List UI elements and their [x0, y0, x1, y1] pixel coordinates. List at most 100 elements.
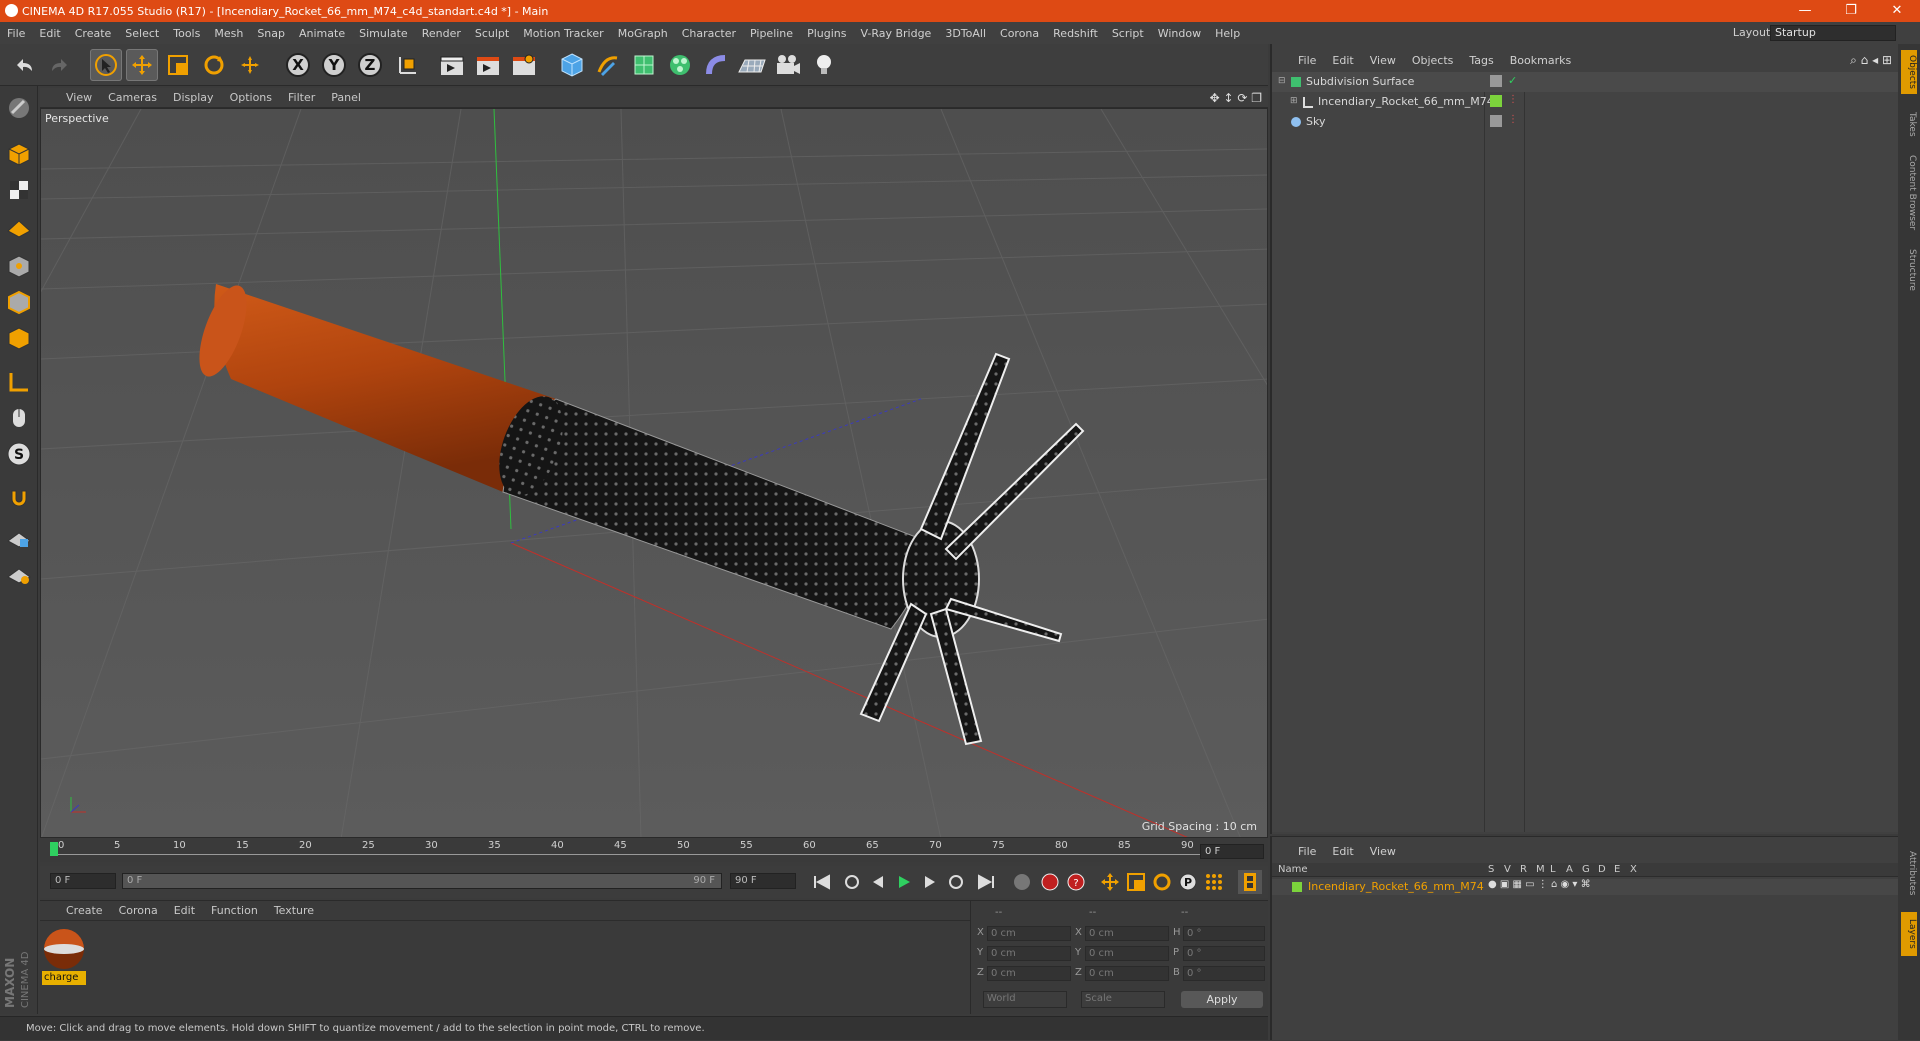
menu-vray-bridge[interactable]: V-Ray Bridge	[853, 27, 938, 40]
edges-mode-button[interactable]	[3, 286, 35, 318]
object-row-subdivision[interactable]: ⊟ Subdivision Surface ✓	[1272, 72, 1900, 92]
points-mode-button[interactable]	[3, 250, 35, 282]
key-scale-button[interactable]	[1124, 870, 1148, 894]
viewport-menu-display[interactable]: Display	[165, 91, 222, 104]
key-position-button[interactable]	[1098, 870, 1122, 894]
position-z-field[interactable]: 0 cm	[987, 966, 1071, 981]
camera-button[interactable]	[772, 49, 804, 81]
key-pla-button[interactable]	[1202, 870, 1226, 894]
coordinate-system-button[interactable]	[392, 49, 424, 81]
menu-create[interactable]: Create	[68, 27, 119, 40]
visibility-toggle-icon[interactable]	[1490, 115, 1502, 127]
layer-menu-edit[interactable]: Edit	[1324, 845, 1361, 858]
layer-row[interactable]: Incendiary_Rocket_66_mm_M74 ● ▣ ▦ ▭ ⋮ ⌂ …	[1272, 879, 1900, 895]
size-y-field[interactable]: 0 cm	[1085, 946, 1169, 961]
menu-redshift[interactable]: Redshift	[1046, 27, 1105, 40]
material-menu-function[interactable]: Function	[203, 904, 266, 917]
apply-button[interactable]: Apply	[1181, 991, 1263, 1008]
menu-script[interactable]: Script	[1105, 27, 1151, 40]
menu-select[interactable]: Select	[118, 27, 166, 40]
object-row-rocket[interactable]: ⊞ Incendiary_Rocket_66_mm_M74 ⋮	[1272, 92, 1900, 112]
cloner-button[interactable]	[664, 49, 696, 81]
redo-button[interactable]	[44, 49, 76, 81]
menu-motion-tracker[interactable]: Motion Tracker	[516, 27, 610, 40]
menu-snap[interactable]: Snap	[250, 27, 292, 40]
expand-toggle-icon[interactable]: ⊞	[1290, 96, 1298, 106]
snap-button[interactable]: S	[3, 438, 35, 470]
playhead[interactable]	[50, 842, 58, 856]
size-z-field[interactable]: 0 cm	[1085, 966, 1169, 981]
viewport-nav-icons[interactable]: ✥ ↕ ⟳ ❐	[1210, 91, 1262, 105]
object-menu-bookmarks[interactable]: Bookmarks	[1502, 54, 1579, 67]
end-frame-field[interactable]: 90 F	[730, 873, 796, 889]
enabled-check-icon[interactable]: ✓	[1508, 74, 1517, 87]
live-selection-tool[interactable]	[90, 49, 122, 81]
tab-takes[interactable]: Takes	[1901, 104, 1917, 144]
dot-toggle-icon[interactable]: ⋮	[1508, 114, 1518, 125]
make-editable-button[interactable]	[3, 92, 35, 124]
magnet-button[interactable]	[3, 482, 35, 514]
record-keys-button[interactable]	[1010, 870, 1034, 894]
lock-x-axis-button[interactable]: X	[282, 49, 314, 81]
rotation-h-field[interactable]: 0 °	[1183, 926, 1265, 941]
timeline-layout-button[interactable]	[1238, 870, 1262, 894]
perspective-viewport[interactable]: Perspective Grid Spacing : 10 cm	[40, 108, 1268, 838]
lock-workplane-button[interactable]	[3, 522, 35, 554]
undo-button[interactable]	[8, 49, 40, 81]
close-button[interactable]: ✕	[1874, 0, 1920, 22]
object-manager-tools[interactable]: ⌕ ⌂ ◂ ⊞	[1850, 53, 1892, 68]
coordinate-mode-select[interactable]: World	[983, 991, 1067, 1008]
cube-button[interactable]	[556, 49, 588, 81]
light-button[interactable]	[808, 49, 840, 81]
move-tool[interactable]	[126, 49, 158, 81]
lock-y-axis-button[interactable]: Y	[318, 49, 350, 81]
tab-layers[interactable]: Layers	[1901, 912, 1917, 956]
material-menu-create[interactable]: Create	[58, 904, 111, 917]
floor-button[interactable]	[736, 49, 768, 81]
menu-character[interactable]: Character	[675, 27, 743, 40]
menu-help[interactable]: Help	[1208, 27, 1247, 40]
menu-pipeline[interactable]: Pipeline	[743, 27, 800, 40]
go-to-start-button[interactable]	[810, 870, 834, 894]
previous-frame-button[interactable]	[866, 870, 890, 894]
frame-range-slider[interactable]: 0 F 90 F	[122, 873, 722, 889]
play-button[interactable]	[892, 870, 916, 894]
rotate-tool[interactable]	[198, 49, 230, 81]
key-rotation-button[interactable]	[1150, 870, 1174, 894]
rotation-p-field[interactable]: 0 °	[1183, 946, 1265, 961]
transform-tool[interactable]	[234, 49, 266, 81]
menu-edit[interactable]: Edit	[32, 27, 67, 40]
layer-menu-view[interactable]: View	[1362, 845, 1404, 858]
position-y-field[interactable]: 0 cm	[987, 946, 1071, 961]
layer-toggle-icons[interactable]: ● ▣ ▦ ▭ ⋮ ⌂ ◉ ▾ ⌘	[1488, 879, 1591, 890]
material-menu-edit[interactable]: Edit	[166, 904, 203, 917]
menu-file[interactable]: File	[0, 27, 32, 40]
tab-objects[interactable]: Objects	[1901, 50, 1917, 94]
layer-color-swatch[interactable]	[1292, 882, 1302, 892]
timeline-ruler[interactable]: 0 5 10 15 20 25 30 35 40 45 50 55 60 65 …	[40, 840, 1268, 862]
layout-select[interactable]: Startup	[1770, 25, 1896, 41]
collapse-toggle-icon[interactable]: ⊟	[1278, 76, 1286, 86]
object-menu-file[interactable]: File	[1290, 54, 1324, 67]
size-mode-select[interactable]: Scale	[1081, 991, 1165, 1008]
object-menu-tags[interactable]: Tags	[1461, 54, 1501, 67]
size-x-field[interactable]: 0 cm	[1085, 926, 1169, 941]
menu-3dtoall[interactable]: 3DToAll	[938, 27, 993, 40]
menu-simulate[interactable]: Simulate	[352, 27, 415, 40]
menu-mesh[interactable]: Mesh	[207, 27, 250, 40]
layer-menu-file[interactable]: File	[1290, 845, 1324, 858]
menu-render[interactable]: Render	[415, 27, 468, 40]
tab-structure[interactable]: Structure	[1901, 242, 1917, 298]
edit-render-settings-button[interactable]	[508, 49, 540, 81]
visibility-toggle-icon[interactable]	[1490, 75, 1502, 87]
scale-tool[interactable]	[162, 49, 194, 81]
keyframe-selection-button[interactable]: ?	[1064, 870, 1088, 894]
menu-corona[interactable]: Corona	[993, 27, 1046, 40]
object-menu-objects[interactable]: Objects	[1404, 54, 1462, 67]
model-mode-button[interactable]	[3, 138, 35, 170]
object-row-sky[interactable]: Sky ⋮	[1272, 112, 1900, 132]
planar-workplane-button[interactable]	[3, 558, 35, 590]
pen-spline-button[interactable]	[592, 49, 624, 81]
enable-axis-button[interactable]	[3, 366, 35, 398]
menu-tools[interactable]: Tools	[166, 27, 207, 40]
